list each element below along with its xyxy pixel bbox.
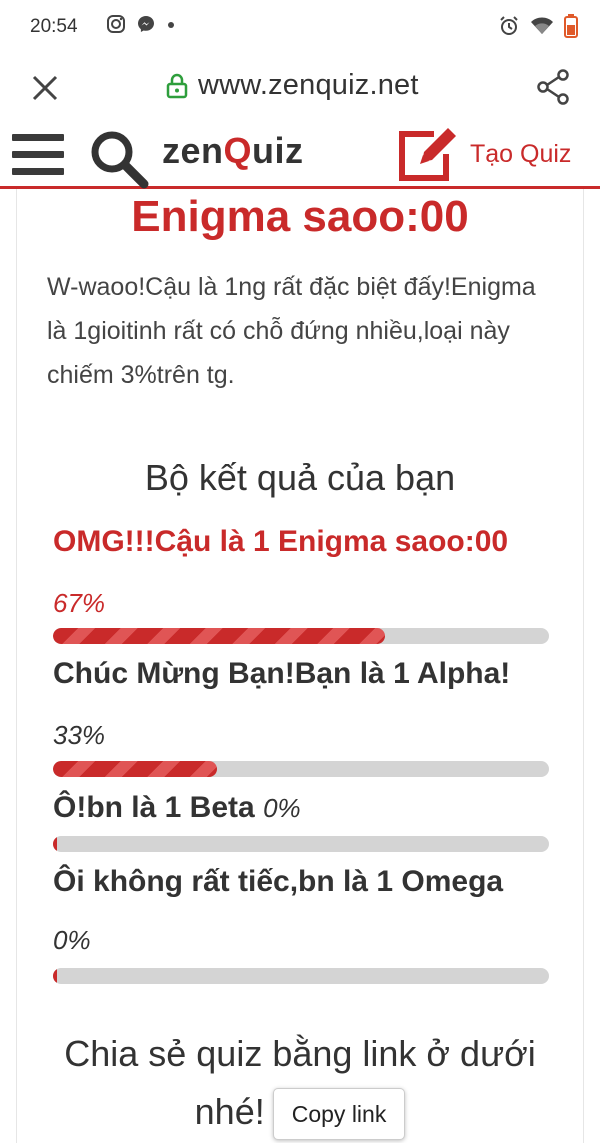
result-progress-fill xyxy=(53,968,57,984)
result-item: Ô!bn là 1 Beta 0% xyxy=(53,779,549,837)
alarm-icon xyxy=(500,16,518,35)
url-text: www.zenquiz.net xyxy=(198,69,419,101)
search-icon[interactable] xyxy=(88,128,150,190)
result-progress-bar xyxy=(53,836,549,852)
share-text-line1: Chia sẻ quiz bằng link ở dưới xyxy=(64,1033,536,1074)
status-system-icons xyxy=(498,14,578,38)
site-logo[interactable]: zen Quiz xyxy=(162,130,304,172)
dot-icon xyxy=(168,22,174,28)
status-notification-icons xyxy=(106,14,176,34)
result-progress-bar xyxy=(53,628,549,644)
result-item: OMG!!!Cậu là 1 Enigma saoo:00 67% xyxy=(53,513,549,635)
result-progress-bar xyxy=(53,968,549,984)
copy-link-button[interactable]: Copy link xyxy=(272,1088,406,1141)
result-progress-fill xyxy=(53,628,386,644)
instagram-icon xyxy=(107,15,125,33)
logo-text-pre: zen xyxy=(162,130,224,171)
site-header: zen Quiz Tạo Quiz xyxy=(0,120,600,189)
share-text-line2: nhé! xyxy=(194,1091,265,1132)
create-quiz-label: Tạo Quiz xyxy=(470,139,572,168)
result-title: Enigma saoo:00 xyxy=(131,192,469,241)
share-prompt: Chia sẻ quiz bằng link ở dưới nhé! Copy l… xyxy=(47,1025,553,1141)
result-progress-bar xyxy=(53,761,549,777)
wifi-icon xyxy=(531,17,553,34)
logo-text-q: Q xyxy=(223,130,253,171)
close-icon[interactable] xyxy=(30,73,60,103)
result-label: Chúc Mừng Bạn!Bạn là 1 Alpha! xyxy=(53,657,511,690)
result-percent: 0% xyxy=(53,925,91,955)
results-heading: Bộ kết quả của bạn xyxy=(144,457,456,498)
edit-icon xyxy=(399,128,456,181)
logo-text-post: uiz xyxy=(252,130,304,171)
quiz-result-panel: Enigma saoo:00 W-waoo!Cậu là 1ng rất đặc… xyxy=(16,189,584,1143)
messenger-icon xyxy=(138,16,154,32)
result-label: Ôi không rất tiếc,bn là 1 Omega xyxy=(53,865,504,898)
share-icon[interactable] xyxy=(536,69,570,105)
menu-icon[interactable] xyxy=(12,134,64,180)
result-label: Ô!bn là 1 Beta xyxy=(53,791,255,824)
status-time: 20:54 xyxy=(30,16,78,37)
result-item: Ôi không rất tiếc,bn là 1 Omega 0% xyxy=(53,853,549,969)
result-progress-fill xyxy=(53,836,57,852)
battery-icon xyxy=(564,14,578,38)
browser-url-bar: www.zenquiz.net xyxy=(0,55,600,120)
result-percent: 67% xyxy=(53,588,106,618)
result-percent: 0% xyxy=(263,793,301,823)
result-percent: 33% xyxy=(53,720,106,750)
result-item: Chúc Mừng Bạn!Bạn là 1 Alpha! 33% xyxy=(53,645,549,767)
url-field[interactable]: www.zenquiz.net xyxy=(166,69,419,102)
result-description: W-waoo!Cậu là 1ng rất đặc biệt đấy!Enigm… xyxy=(47,273,536,389)
result-label: OMG!!!Cậu là 1 Enigma saoo:00 xyxy=(53,525,509,558)
result-progress-fill xyxy=(53,761,217,777)
lock-icon xyxy=(166,73,188,98)
create-quiz-button[interactable]: Tạo Quiz xyxy=(398,126,571,182)
status-bar: 20:54 xyxy=(0,0,600,55)
